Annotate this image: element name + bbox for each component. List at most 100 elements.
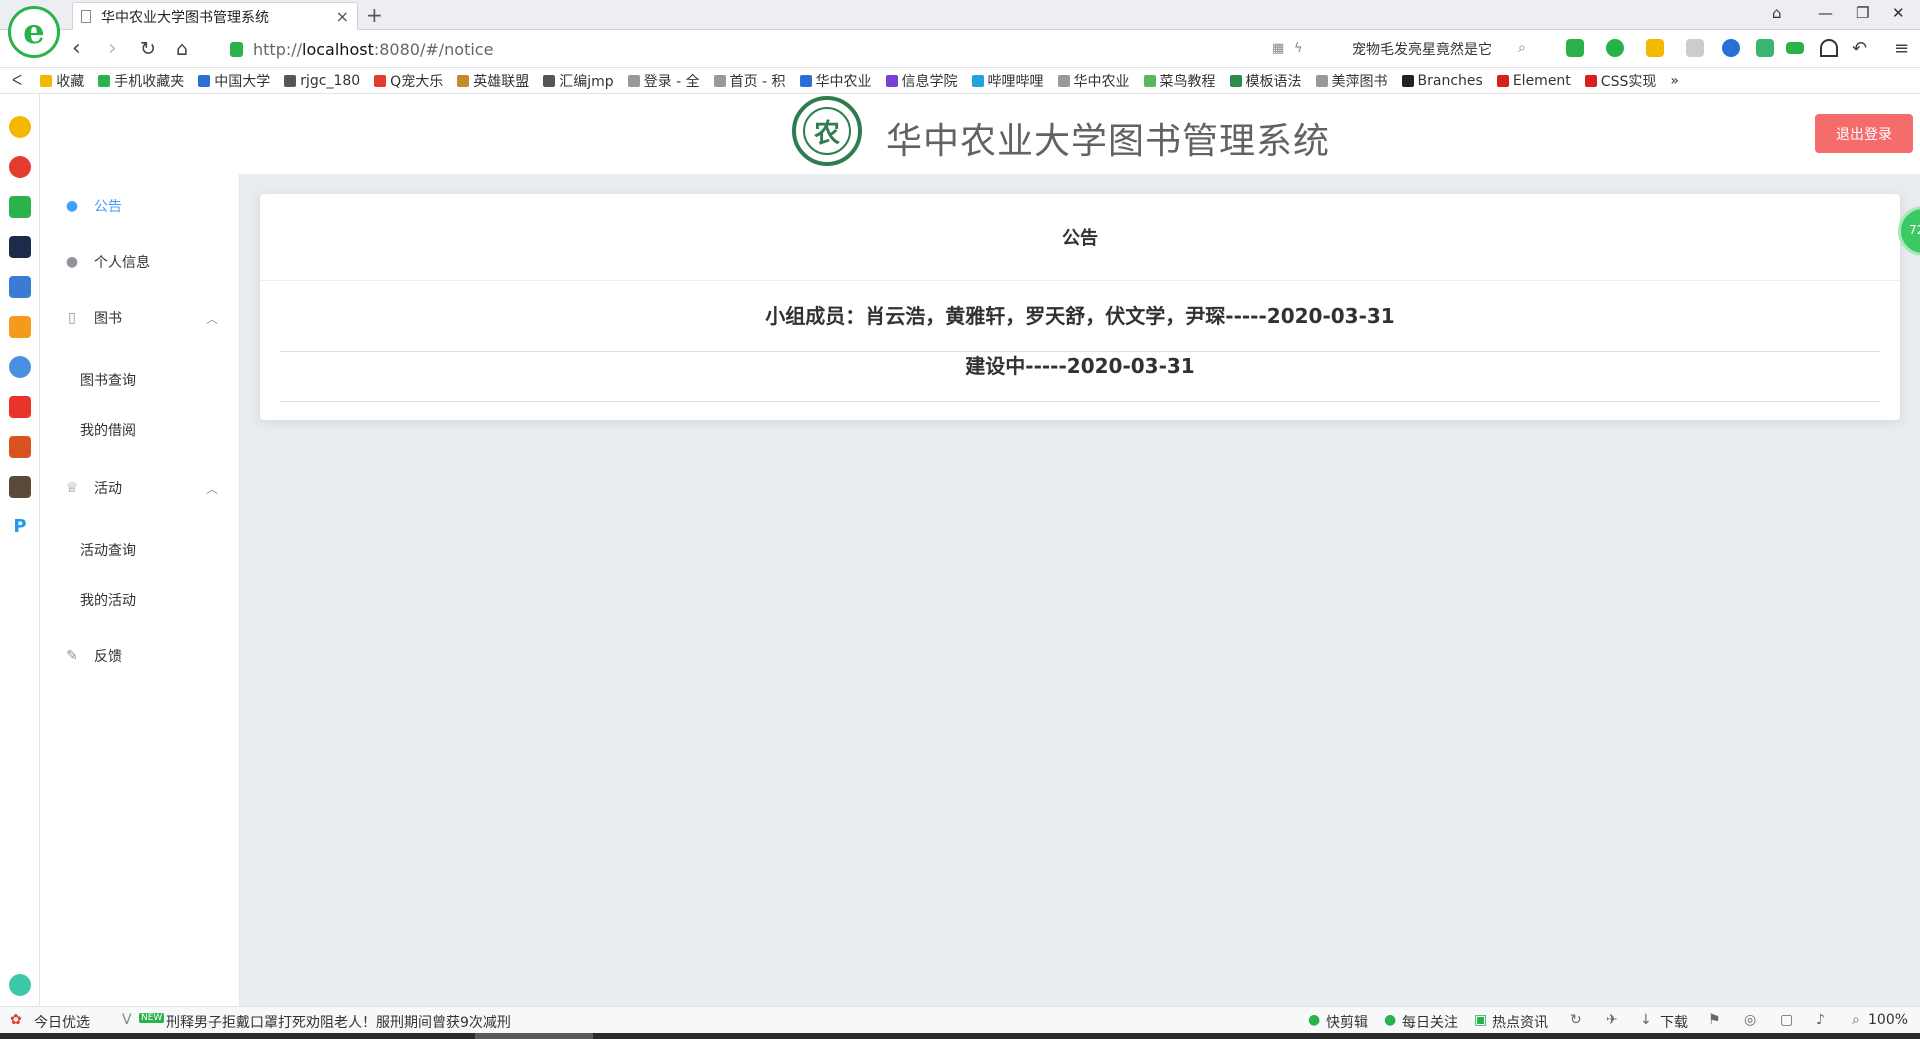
new-tab-button[interactable]: + bbox=[366, 3, 383, 27]
bookmark-item[interactable]: 中国大学 bbox=[198, 71, 270, 91]
menu-label: 我的借阅 bbox=[80, 423, 136, 439]
menu-item-my-activities[interactable]: 我的活动 bbox=[40, 572, 240, 628]
refresh-status-icon[interactable]: ↻ bbox=[1570, 1012, 1582, 1028]
url-path: :8080/#/notice bbox=[373, 39, 494, 59]
skin-icon[interactable]: ⌂ bbox=[1772, 4, 1782, 22]
menu-item-feedback[interactable]: ✎ 反馈 bbox=[40, 628, 240, 684]
bookmark-item[interactable]: CSS实现 bbox=[1584, 71, 1657, 91]
daily-pick-link[interactable]: 今日优选 bbox=[34, 1012, 90, 1032]
favorites-icon[interactable] bbox=[9, 116, 31, 138]
bookmark-item[interactable]: 收藏 bbox=[40, 71, 84, 91]
quick-cut-button[interactable]: 快剪辑 bbox=[1326, 1012, 1368, 1032]
window-icon[interactable]: ▢ bbox=[1780, 1012, 1793, 1028]
game-app-icon[interactable] bbox=[9, 356, 31, 378]
bookmark-item[interactable]: 华中农业 bbox=[1057, 71, 1130, 91]
menu-item-book-search[interactable]: 图书查询 bbox=[40, 352, 240, 408]
back-icon[interactable]: ‹ bbox=[72, 36, 81, 61]
app-header: 农 华中农业大学图书管理系统 退出登录 bbox=[40, 94, 1920, 174]
download-icon: ↓ bbox=[1640, 1012, 1652, 1028]
minimize-icon[interactable]: — bbox=[1818, 4, 1833, 22]
url-scheme: http:// bbox=[253, 39, 303, 59]
browser-tab[interactable]: 华中农业大学图书管理系统 × bbox=[72, 2, 358, 30]
bookmark-item[interactable]: 美萍图书 bbox=[1315, 71, 1388, 91]
status-bar: ✿ 今日优选 ᐯ NEW 刑释男子拒戴口罩打死劝阻老人！服刑期间曾获9次减刑 ●… bbox=[0, 1006, 1920, 1033]
zoom-level[interactable]: 100% bbox=[1868, 1012, 1908, 1028]
mail-icon[interactable] bbox=[9, 196, 31, 218]
search-input[interactable]: 宠物毛发亮星竟然是它 bbox=[1352, 36, 1536, 62]
site-icon bbox=[198, 74, 211, 87]
bookmark-label: Branches bbox=[1417, 72, 1483, 89]
more-bookmarks-icon[interactable]: » bbox=[1670, 73, 1679, 89]
bookmark-item[interactable]: Q宠大乐 bbox=[374, 71, 443, 91]
taskbar-item[interactable] bbox=[475, 1033, 593, 1039]
qr-icon[interactable]: ▦ bbox=[1272, 41, 1284, 56]
vue-icon bbox=[1229, 74, 1242, 87]
bookmark-item[interactable]: rjgc_180 bbox=[284, 73, 360, 89]
menu-item-my-borrow[interactable]: 我的借阅 bbox=[40, 402, 240, 458]
add-app-icon[interactable] bbox=[9, 974, 31, 996]
logout-button[interactable]: 退出登录 bbox=[1815, 114, 1913, 153]
daily-follow-button[interactable]: 每日关注 bbox=[1402, 1012, 1458, 1032]
bookmark-item[interactable]: 汇编jmp bbox=[543, 71, 614, 91]
flag-icon[interactable]: ⚑ bbox=[1708, 1012, 1721, 1028]
restore-icon[interactable]: ❐ bbox=[1856, 4, 1869, 22]
browser-icon[interactable]: ◎ bbox=[1744, 1012, 1756, 1028]
game-app-icon[interactable] bbox=[9, 436, 31, 458]
novel-app-icon[interactable] bbox=[9, 316, 31, 338]
shield-icon[interactable] bbox=[1646, 39, 1664, 57]
bookmark-label: 菜鸟教程 bbox=[1159, 73, 1216, 90]
hot-news-button[interactable]: 热点资讯 bbox=[1492, 1012, 1548, 1032]
bookmark-item[interactable]: 模板语法 bbox=[1229, 71, 1302, 91]
chevron-down-icon[interactable]: ᐯ bbox=[122, 1012, 132, 1028]
refresh-icon[interactable]: ↻ bbox=[140, 38, 156, 60]
menu-item-profile[interactable]: ● 个人信息 bbox=[40, 234, 240, 290]
p-app-icon[interactable]: P bbox=[9, 516, 31, 538]
game-app-icon[interactable] bbox=[9, 476, 31, 498]
menu-icon[interactable]: ≡ bbox=[1894, 38, 1909, 59]
headphones-icon[interactable] bbox=[1820, 39, 1838, 57]
bookmark-item[interactable]: 英雄联盟 bbox=[457, 71, 529, 91]
bookmark-item[interactable]: 信息学院 bbox=[885, 71, 958, 91]
volume-icon[interactable]: ♪ bbox=[1816, 1012, 1825, 1028]
bookmark-item[interactable]: Branches bbox=[1401, 72, 1483, 89]
weibo-icon[interactable] bbox=[9, 156, 31, 178]
browser-logo-icon[interactable]: e bbox=[8, 6, 60, 58]
home-icon[interactable]: ⌂ bbox=[176, 38, 188, 60]
bookmark-item[interactable]: 菜鸟教程 bbox=[1143, 71, 1216, 91]
download-button[interactable]: 下载 bbox=[1660, 1012, 1688, 1032]
battery-icon[interactable] bbox=[1786, 42, 1804, 54]
game-app-icon[interactable] bbox=[9, 236, 31, 258]
bookmark-item[interactable]: 登录 - 全 bbox=[627, 71, 700, 91]
news-headline-link[interactable]: 刑释男子拒戴口罩打死劝阻老人！服刑期间曾获9次减刑 bbox=[166, 1012, 511, 1032]
shop-app-icon[interactable] bbox=[9, 396, 31, 418]
close-tab-icon[interactable]: × bbox=[336, 7, 349, 26]
bookmark-item[interactable]: 手机收藏夹 bbox=[98, 71, 184, 91]
menu-item-activity-search[interactable]: 活动查询 bbox=[40, 522, 240, 578]
emoji-icon[interactable] bbox=[1686, 39, 1704, 57]
magnifier-icon[interactable] bbox=[1722, 39, 1740, 57]
bookmark-label: Element bbox=[1512, 72, 1571, 89]
bookmark-item[interactable]: 首页 - 积 bbox=[713, 71, 786, 91]
bookmark-item[interactable]: Element bbox=[1496, 72, 1571, 89]
menu-item-notice[interactable]: ● 公告 bbox=[40, 178, 240, 234]
scissors-icon[interactable] bbox=[1566, 39, 1584, 57]
search-icon[interactable]: ⌕ bbox=[1518, 40, 1526, 56]
accelerate-icon[interactable] bbox=[1606, 39, 1624, 57]
lightning-icon[interactable]: ϟ bbox=[1294, 41, 1303, 56]
doc-app-icon[interactable] bbox=[9, 276, 31, 298]
close-window-icon[interactable]: ✕ bbox=[1892, 4, 1905, 22]
play-icon: ● bbox=[1384, 1012, 1397, 1028]
menu-item-books[interactable]: ▯ 图书 ︿ bbox=[40, 290, 240, 346]
news-badge: NEW bbox=[139, 1013, 165, 1023]
url-field[interactable]: http://localhost:8080/#/notice bbox=[230, 36, 1240, 62]
collapse-sidebar-icon[interactable]: ᐸ bbox=[12, 73, 22, 89]
forward-icon[interactable]: › bbox=[108, 36, 117, 61]
bookmark-item[interactable]: 哔哩哔哩 bbox=[971, 71, 1044, 91]
menu-item-activities[interactable]: ♕ 活动 ︿ bbox=[40, 460, 240, 516]
bookmark-label: CSS实现 bbox=[1600, 73, 1657, 90]
undo-icon[interactable]: ↶ bbox=[1852, 38, 1867, 59]
apps-grid-icon[interactable] bbox=[1756, 39, 1774, 57]
page-icon bbox=[1057, 74, 1070, 87]
pin-icon[interactable]: ✈ bbox=[1606, 1012, 1618, 1028]
bookmark-item[interactable]: 华中农业 bbox=[799, 71, 872, 91]
